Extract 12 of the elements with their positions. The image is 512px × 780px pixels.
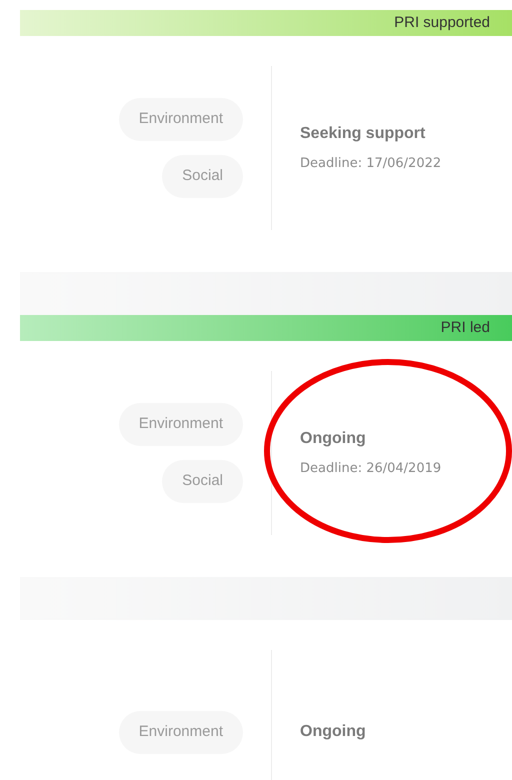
status-label: Ongoing: [300, 429, 367, 450]
deadline-text: Deadline: 26/04/2019: [300, 460, 442, 478]
banner-label: PRI led: [440, 318, 490, 338]
deadline-text: Deadline: 17/06/2022: [300, 155, 442, 174]
topic-tag: Environment: [118, 710, 243, 754]
topic-tag: Social: [162, 155, 243, 198]
status-label: Ongoing: [300, 722, 366, 742]
status-label: Seeking support: [300, 124, 426, 144]
topic-tag: Environment: [118, 98, 243, 141]
topic-tag: Environment: [118, 403, 243, 446]
topic-tag: Social: [162, 460, 243, 503]
banner-label: PRI supported: [394, 12, 490, 33]
